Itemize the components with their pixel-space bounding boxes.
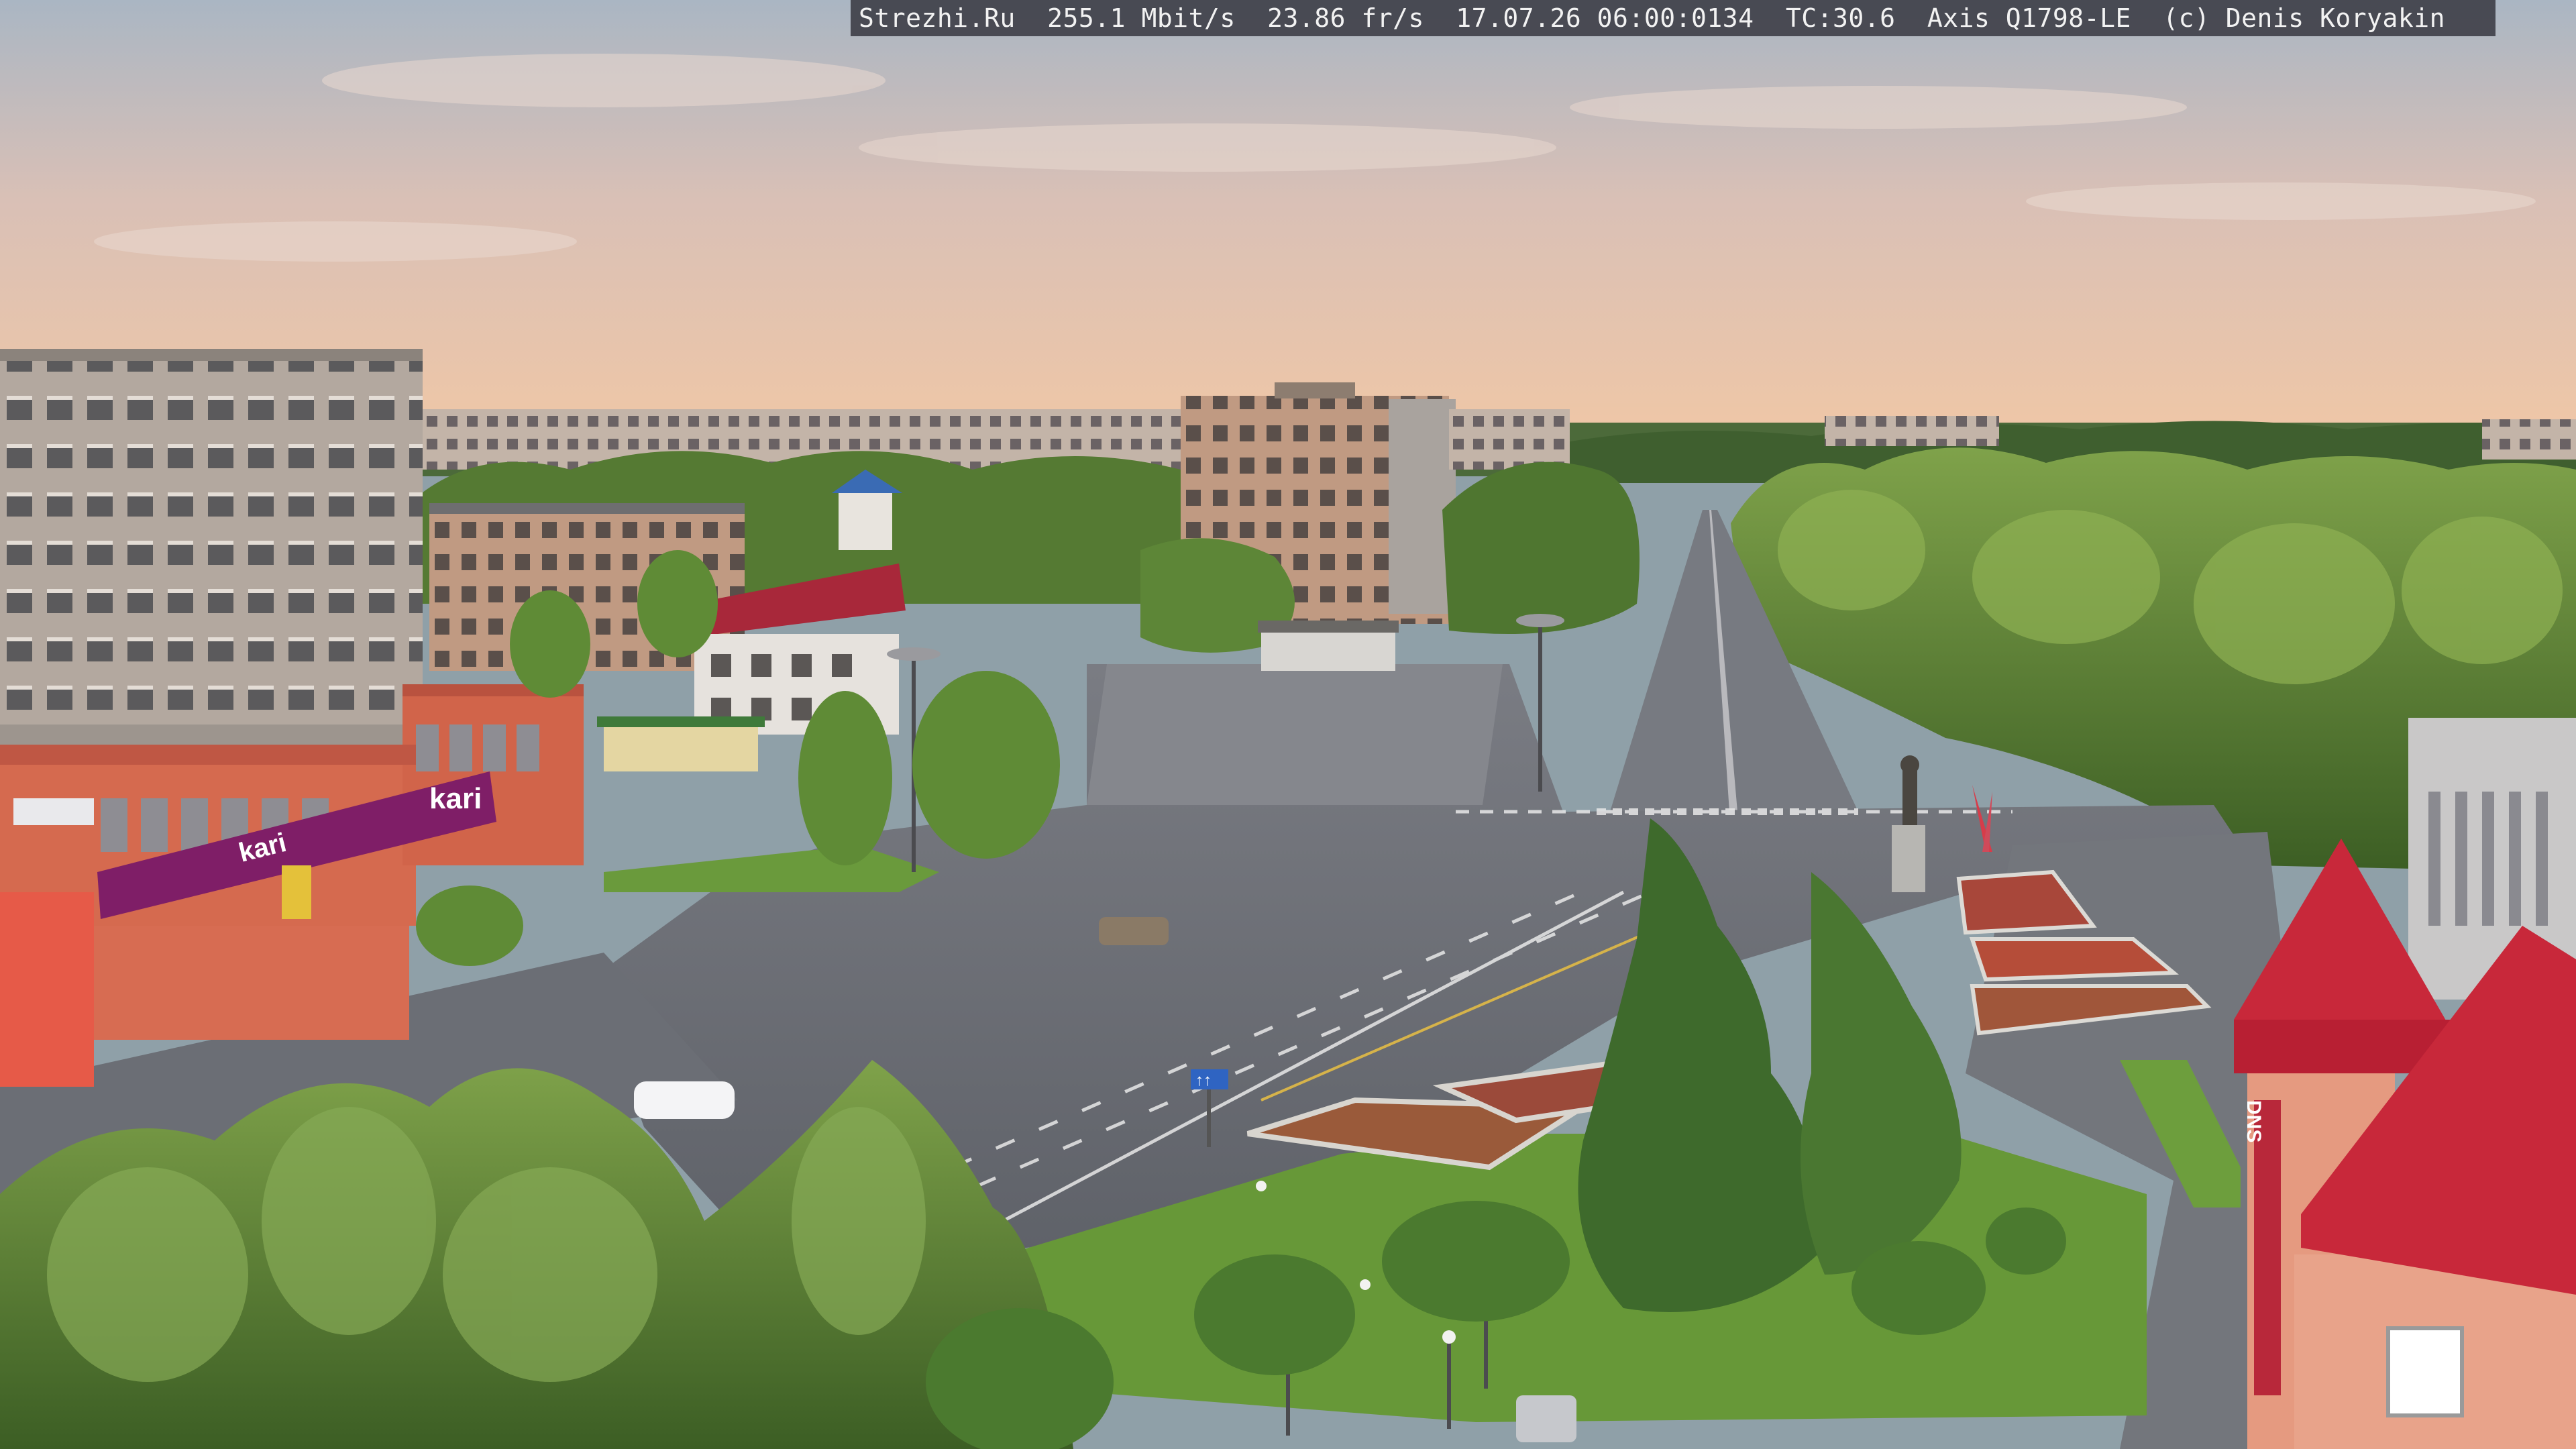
car-brown (1099, 917, 1169, 945)
osd-copyright: (c) Denis Koryakin (2163, 3, 2446, 33)
upper-parking (1087, 664, 1503, 805)
left-apartment-block (0, 349, 423, 798)
osd-bitrate: 255.1 Mbit/s (1047, 3, 1236, 33)
car-bottom (1516, 1395, 1576, 1442)
white-sign (13, 798, 94, 825)
osd-site: Strezhi.Ru (859, 3, 1016, 33)
camera-osd-overlay: Strezhi.Ru 255.1 Mbit/s 23.86 fr/s 17.07… (851, 0, 2496, 36)
car-white-sedan (634, 1081, 735, 1119)
center-trees (1442, 462, 1640, 634)
osd-temperature: TC:30.6 (1785, 3, 1896, 33)
osd-framerate: 23.86 fr/s (1267, 3, 1424, 33)
kiosk (597, 716, 765, 771)
svg-text:↑↑: ↑↑ (1195, 1071, 1212, 1089)
yellow-poster (282, 865, 311, 919)
webcam-scene: kari kari DNS ↑↑ (0, 0, 2576, 1449)
dns-tower-sign: DNS (2243, 1100, 2265, 1142)
osd-timestamp: 17.07.26 06:00:0134 (1456, 3, 1754, 33)
kari-sign: kari (429, 782, 482, 815)
osd-camera-model: Axis Q1798-LE (1927, 3, 2131, 33)
low-white-building (1258, 621, 1399, 671)
